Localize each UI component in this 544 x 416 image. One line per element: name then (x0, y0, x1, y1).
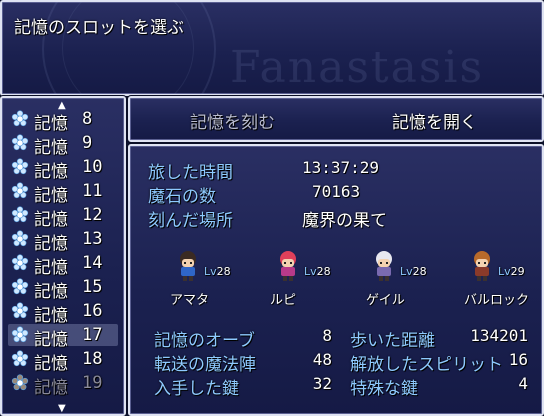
save-slot[interactable]: 記憶 19 (8, 372, 118, 398)
memory-crystal-icon (11, 350, 29, 368)
record-value: 48 (312, 350, 332, 369)
memory-crystal-icon (11, 182, 29, 200)
slot-number: 10 (82, 157, 103, 177)
save-slot[interactable]: 記憶 13 (8, 228, 118, 254)
save-slot[interactable]: 記憶 11 (8, 180, 118, 206)
slot-number: 16 (82, 301, 103, 321)
scroll-down-arrow-icon[interactable]: ▼ (58, 403, 66, 414)
party-member-name: アマタ (170, 293, 210, 308)
slot-label: 記憶 (34, 114, 68, 134)
play-time-value: 13:37:29 (302, 158, 380, 177)
save-memory-command[interactable]: 記憶を刻む (190, 108, 275, 133)
slot-label: 記憶 (34, 210, 68, 230)
record-value: 134201 (470, 326, 528, 345)
slot-label: 記憶 (34, 138, 68, 158)
record-value: 4 (518, 374, 528, 393)
record-value: 8 (322, 326, 332, 345)
party-member-level: Lv28 (304, 265, 331, 278)
party-member-level: Lv29 (498, 265, 525, 278)
party-member-sprite (274, 250, 302, 282)
slot-number: 9 (82, 133, 93, 153)
party-member-sprite (174, 250, 202, 282)
record-value: 32 (312, 374, 332, 393)
slot-label: 記憶 (34, 186, 68, 206)
play-time-label: 旅した時間 (148, 163, 233, 183)
magic-stones-label: 魔石の数 (148, 187, 216, 207)
level-value: 28 (412, 265, 427, 278)
slot-label: 記憶 (34, 378, 68, 398)
slot-label: 記憶 (34, 354, 68, 374)
record-label: 特殊な鍵 (350, 379, 418, 399)
party-member-level: Lv28 (204, 265, 231, 278)
save-location-value: 魔界の果て (302, 211, 387, 231)
slot-label: 記憶 (34, 306, 68, 326)
record-value: 16 (508, 350, 528, 369)
save-slot[interactable]: 記憶 8 (8, 108, 118, 134)
slot-number: 19 (82, 373, 103, 393)
memory-crystal-icon (11, 158, 29, 176)
help-window: Fanastasis 記憶のスロットを選ぶ (0, 0, 544, 96)
level-key: Lv (304, 265, 317, 278)
level-key: Lv (400, 265, 413, 278)
slot-number: 14 (82, 253, 103, 273)
save-slot[interactable]: 記憶 17 (8, 324, 118, 350)
slot-label: 記憶 (34, 330, 68, 350)
memory-crystal-icon (11, 110, 29, 128)
command-window: 記憶を刻む 記憶を開く (128, 96, 544, 142)
save-slot[interactable]: 記憶 12 (8, 204, 118, 230)
slot-label: 記憶 (34, 282, 68, 302)
save-slot[interactable]: 記憶 10 (8, 156, 118, 182)
level-key: Lv (204, 265, 217, 278)
memory-crystal-icon (11, 206, 29, 224)
level-value: 29 (510, 265, 525, 278)
memory-crystal-icon (11, 254, 29, 272)
record-label: 入手した鍵 (154, 379, 239, 399)
party-member-name: ルピ (270, 293, 297, 308)
memory-crystal-icon (11, 134, 29, 152)
level-value: 28 (216, 265, 231, 278)
party-member-sprite (370, 250, 398, 282)
slot-number: 18 (82, 349, 103, 369)
save-slot-list[interactable]: ▲ 記憶 8 記憶 9 記憶 10 記憶 11 記憶 12 記憶 13 記憶 14 記憶 15 記憶 16 記憶 17… (0, 96, 126, 416)
party-member-level: Lv28 (400, 265, 427, 278)
record-label: 転送の魔法陣 (154, 355, 256, 375)
memory-crystal-icon (11, 302, 29, 320)
party-member-name: ゲイル (366, 293, 405, 308)
help-title: 記憶のスロットを選ぶ (14, 18, 184, 38)
level-key: Lv (498, 265, 511, 278)
slot-label: 記憶 (34, 162, 68, 182)
watermark-logo: Fanastasis (230, 42, 485, 93)
memory-crystal-icon (11, 278, 29, 296)
save-slot[interactable]: 記憶 15 (8, 276, 118, 302)
slot-number: 12 (82, 205, 103, 225)
magic-stones-value: 70163 (312, 182, 361, 201)
record-label: 歩いた距離 (350, 331, 435, 351)
slot-number: 17 (82, 325, 103, 345)
party-member-name: バルロック (464, 293, 530, 308)
level-value: 28 (316, 265, 331, 278)
slot-number: 15 (82, 277, 103, 297)
load-memory-command[interactable]: 記憶を開く (392, 108, 477, 133)
memory-crystal-icon (11, 374, 29, 392)
slot-label: 記憶 (34, 258, 68, 278)
memory-crystal-icon (11, 230, 29, 248)
save-slot[interactable]: 記憶 16 (8, 300, 118, 326)
save-slot[interactable]: 記憶 18 (8, 348, 118, 374)
memory-crystal-icon (11, 326, 29, 344)
save-slot[interactable]: 記憶 9 (8, 132, 118, 158)
record-label: 解放したスピリット (350, 355, 503, 375)
slot-number: 11 (82, 181, 103, 201)
party-member-sprite (468, 250, 496, 282)
slot-number: 13 (82, 229, 103, 249)
save-slot[interactable]: 記憶 14 (8, 252, 118, 278)
slot-info-window: 旅した時間 13:37:29 魔石の数 70163 刻んだ場所 魔界の果て Lv… (128, 144, 544, 416)
save-location-label: 刻んだ場所 (148, 211, 233, 231)
slot-number: 8 (82, 109, 93, 129)
record-label: 記憶のオーブ (154, 331, 255, 351)
slot-label: 記憶 (34, 234, 68, 254)
